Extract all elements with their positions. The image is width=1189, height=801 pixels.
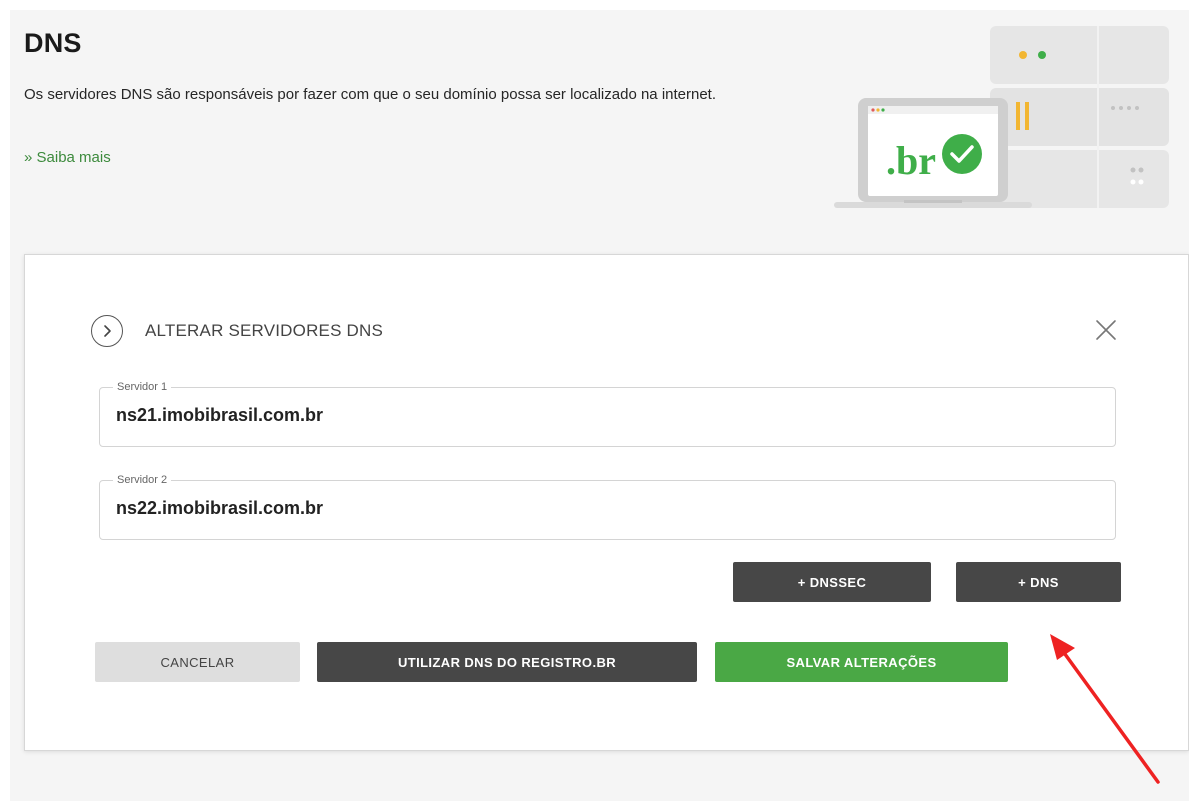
dialog-header: ALTERAR SERVIDORES DNS	[91, 315, 383, 347]
page-description: Os servidores DNS são responsáveis por f…	[24, 86, 717, 103]
learn-more-link[interactable]: » Saiba mais	[24, 149, 111, 166]
dns-server-illustration: .br	[834, 26, 1169, 208]
cancel-button[interactable]: CANCELAR	[95, 642, 300, 682]
server-2-field[interactable]: Servidor 2	[99, 473, 1116, 540]
use-registro-dns-button[interactable]: UTILIZAR DNS DO REGISTRO.BR	[317, 642, 697, 682]
dialog-title: ALTERAR SERVIDORES DNS	[145, 321, 384, 340]
check-circle-icon	[942, 134, 982, 174]
chevron-right-glyph	[104, 325, 111, 337]
server-1-label: Servidor 1	[113, 380, 172, 394]
server-2-label: Servidor 2	[113, 473, 172, 487]
server-stack-graphic	[990, 26, 1169, 208]
chevron-right-icon[interactable]	[91, 315, 123, 347]
server-2-input[interactable]	[116, 498, 1076, 519]
save-changes-button[interactable]: SALVAR ALTERAÇÕES	[715, 642, 1008, 682]
server-1-field[interactable]: Servidor 1	[99, 380, 1116, 447]
annotation-arrow	[1050, 634, 1160, 784]
close-icon[interactable]	[1093, 317, 1119, 343]
br-logo-text: .br	[886, 138, 936, 183]
add-dns-button[interactable]: + DNS	[956, 562, 1121, 602]
add-dnssec-button[interactable]: + DNSSEC	[733, 562, 931, 602]
change-dns-dialog: ALTERAR SERVIDORES DNS Servidor 1 Servid…	[24, 254, 1189, 751]
server-1-input[interactable]	[116, 405, 1076, 426]
page: DNS Os servidores DNS são responsáveis p…	[0, 0, 1189, 801]
page-title: DNS	[24, 28, 82, 58]
laptop-graphic: .br	[834, 98, 1032, 208]
